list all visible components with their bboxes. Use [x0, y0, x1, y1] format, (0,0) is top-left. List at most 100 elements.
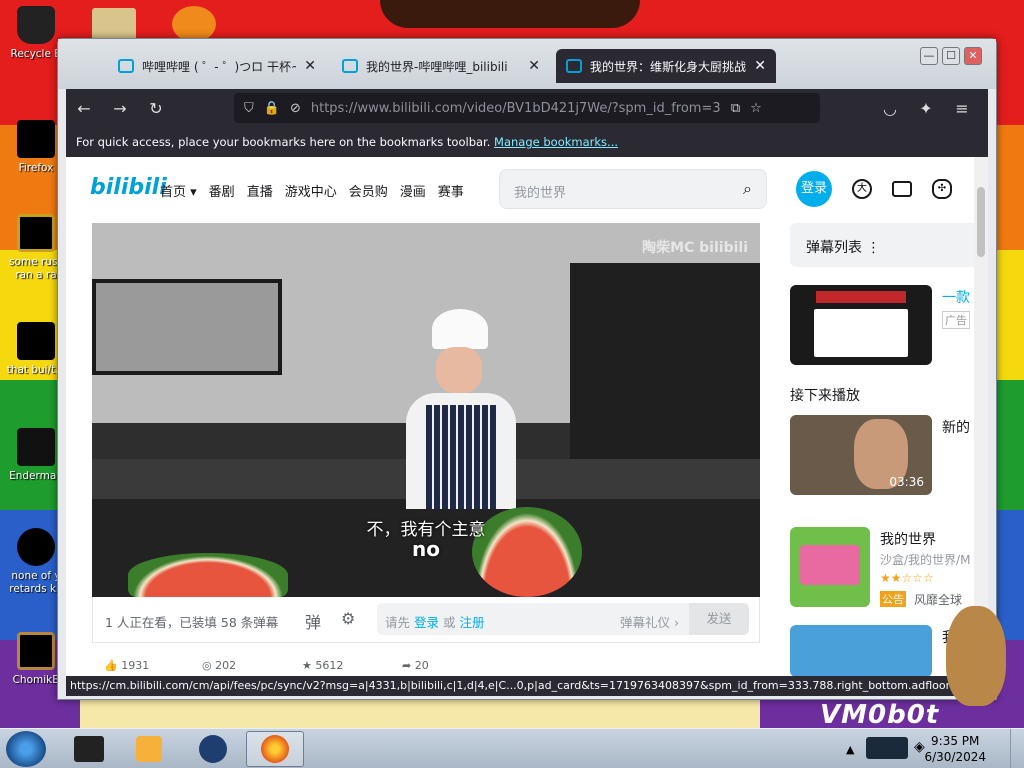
next-video-thumbnail-1[interactable]: 03:36 — [790, 415, 932, 495]
picture-in-picture-icon[interactable]: ⧉ — [731, 101, 740, 116]
permissions-icon[interactable]: ⊘ — [290, 101, 301, 116]
clock[interactable]: 9:35 PM 6/30/2024 — [924, 733, 986, 765]
close-window-button[interactable]: ✕ — [964, 47, 982, 65]
site-search-input[interactable]: 我的世界 ⌕ — [499, 169, 767, 209]
url-bar[interactable]: ⛉ 🔒 ⊘ https://www.bilibili.com/video/BV1… — [234, 93, 820, 123]
danmaku-toggle-icon[interactable]: 弹 — [305, 609, 321, 633]
video-player[interactable]: 陶柴MC bilibili 不，我有个主意 no — [92, 223, 760, 597]
search-icon[interactable]: ⌕ — [743, 179, 752, 199]
wallpaper-text: VM0b0t — [820, 700, 940, 730]
next-video-title-1[interactable]: 新的 — [942, 417, 970, 437]
danmaku-settings-icon[interactable]: ⚙ — [341, 609, 355, 628]
menu-icon[interactable]: ≡ — [944, 99, 980, 118]
nav-esports[interactable]: 赛事 — [438, 181, 464, 200]
share-button[interactable]: ➦ 20 — [402, 659, 429, 672]
page-scrollbar[interactable] — [974, 157, 988, 677]
show-desktop-button[interactable] — [1010, 729, 1024, 768]
bilibili-tab-icon — [566, 59, 582, 73]
tab-strip: 哔哩哔哩 ( ゜- ゜)つロ 干杯~-bili✕ 我的世界-哔哩哔哩_bilib… — [58, 39, 996, 89]
shield-icon[interactable]: ⛉ — [244, 101, 254, 116]
more-icon[interactable]: ⋮ — [866, 240, 880, 256]
game-card-extra: 风靡全球 — [914, 593, 963, 607]
game-card-title[interactable]: 我的世界 — [880, 529, 936, 549]
send-danmaku-button[interactable]: 发送 — [689, 603, 749, 635]
extensions-icon[interactable]: ✦ — [908, 99, 944, 118]
tab-bilibili-home[interactable]: 哔哩哔哩 ( ゜- ゜)つロ 干杯~-bili✕ — [108, 49, 326, 83]
taskbar: ▲ ◈ 9:35 PM 6/30/2024 — [0, 728, 1024, 768]
danmaku-list-header[interactable]: 弹幕列表 ⋮ — [790, 223, 978, 267]
site-nav: 首页 ▾ 番剧 直播 游戏中心 会员购 漫画 赛事 — [160, 181, 464, 200]
video-frame-shelf — [92, 279, 282, 375]
file-icon — [17, 528, 55, 566]
ad-thumbnail[interactable] — [790, 285, 932, 365]
viewer-count: 1 人正在看，已装填 58 条弹幕 — [105, 615, 279, 630]
message-icon[interactable] — [892, 181, 912, 197]
enderman-icon — [17, 428, 55, 466]
nav-home[interactable]: 首页 ▾ — [160, 181, 197, 200]
bilibili-tab-icon — [342, 59, 358, 73]
dynamic-icon[interactable]: ✣ — [932, 179, 952, 199]
desktop-icon-top-3[interactable] — [172, 6, 216, 42]
start-button[interactable] — [6, 731, 46, 767]
desktop-icon-top-2[interactable] — [92, 8, 136, 42]
minimize-button[interactable]: — — [920, 47, 938, 65]
back-icon[interactable]: ← — [66, 99, 102, 118]
nav-manga[interactable]: 漫画 — [400, 181, 426, 200]
right-sidebar: 弹幕列表 ⋮ 一款 广告 接下来播放 03:36 新的 我的世界 沙盒/我的世界… — [790, 223, 988, 677]
danmaku-input[interactable]: 请先 登录 或 注册 弹幕礼仪 › 发送 — [377, 603, 749, 635]
tray-app-icon[interactable] — [866, 737, 908, 759]
wallpaper-bottom-shapes — [80, 700, 760, 728]
taskbar-app-1[interactable] — [60, 731, 118, 767]
clock-time: 9:35 PM — [931, 734, 980, 748]
game-card-icon[interactable] — [790, 527, 870, 607]
firefox-icon — [17, 120, 55, 158]
coin-button[interactable]: ◎ 202 — [202, 659, 236, 672]
wallpaper-face — [380, 0, 640, 28]
nav-anime[interactable]: 番剧 — [209, 181, 235, 200]
game-card-tag: 公告 — [880, 591, 906, 607]
file-icon — [17, 322, 55, 360]
web-page: bilibili 首页 ▾ 番剧 直播 游戏中心 会员购 漫画 赛事 我的世界 ⌕… — [66, 157, 988, 677]
bookmark-star-icon[interactable]: ☆ — [750, 101, 762, 116]
video-frame-chef — [402, 309, 522, 509]
forward-icon[interactable]: → — [102, 99, 138, 118]
taskbar-media-player[interactable] — [120, 731, 178, 767]
premium-icon[interactable]: 大 — [852, 179, 872, 199]
danmaku-etiquette-link[interactable]: 弹幕礼仪 › — [620, 612, 679, 631]
network-icon[interactable]: ◈ — [914, 739, 925, 755]
danmaku-bar: 1 人正在看，已装填 58 条弹幕 弹 ⚙ 请先 登录 或 注册 弹幕礼仪 › … — [92, 597, 760, 643]
favorite-button[interactable]: ★ 5612 — [302, 659, 343, 672]
nav-shop[interactable]: 会员购 — [349, 181, 388, 200]
close-tab-icon[interactable]: ✕ — [754, 58, 766, 74]
login-button[interactable]: 登录 — [796, 171, 832, 207]
danmaku-login-link[interactable]: 登录 — [414, 615, 439, 630]
bookmarks-toolbar: For quick access, place your bookmarks h… — [66, 127, 988, 157]
nav-live[interactable]: 直播 — [247, 181, 273, 200]
recycle-bin-icon — [17, 6, 55, 44]
action-bar: 👍 1931 ◎ 202 ★ 5612 ➦ 20 — [92, 659, 760, 677]
manage-bookmarks-link[interactable]: Manage bookmarks... — [494, 135, 618, 149]
ad-tag: 广告 — [942, 311, 970, 329]
nav-games[interactable]: 游戏中心 — [285, 181, 337, 200]
url-text[interactable]: https://www.bilibili.com/video/BV1bD421j… — [311, 101, 721, 116]
like-button[interactable]: 👍 1931 — [104, 659, 149, 672]
reload-icon[interactable]: ↻ — [138, 99, 174, 118]
video-duration: 03:36 — [889, 475, 924, 489]
danmaku-register-link[interactable]: 注册 — [460, 615, 485, 630]
rating-stars: ★★☆☆☆ — [880, 571, 934, 585]
lock-icon[interactable]: 🔒 — [264, 101, 280, 116]
next-video-thumbnail-2[interactable] — [790, 625, 932, 677]
site-header: bilibili 首页 ▾ 番剧 直播 游戏中心 会员购 漫画 赛事 我的世界 ⌕… — [66, 157, 988, 221]
tab-current-video[interactable]: 我的世界：维斯化身大厨挑战赛 ✕ — [556, 49, 776, 83]
maximize-button[interactable]: ☐ — [942, 47, 960, 65]
file-icon — [17, 214, 55, 252]
close-tab-icon[interactable]: ✕ — [304, 58, 316, 74]
taskbar-app-3[interactable] — [184, 731, 242, 767]
tab-minecraft-search[interactable]: 我的世界-哔哩哔哩_bilibili ✕ — [332, 49, 550, 83]
taskbar-firefox[interactable] — [246, 731, 304, 767]
pocket-icon[interactable]: ◡ — [872, 99, 908, 118]
ad-title[interactable]: 一款 — [942, 287, 970, 307]
bilibili-logo[interactable]: bilibili — [90, 175, 167, 200]
tray-expand-icon[interactable]: ▲ — [846, 743, 854, 756]
close-tab-icon[interactable]: ✕ — [528, 58, 540, 74]
